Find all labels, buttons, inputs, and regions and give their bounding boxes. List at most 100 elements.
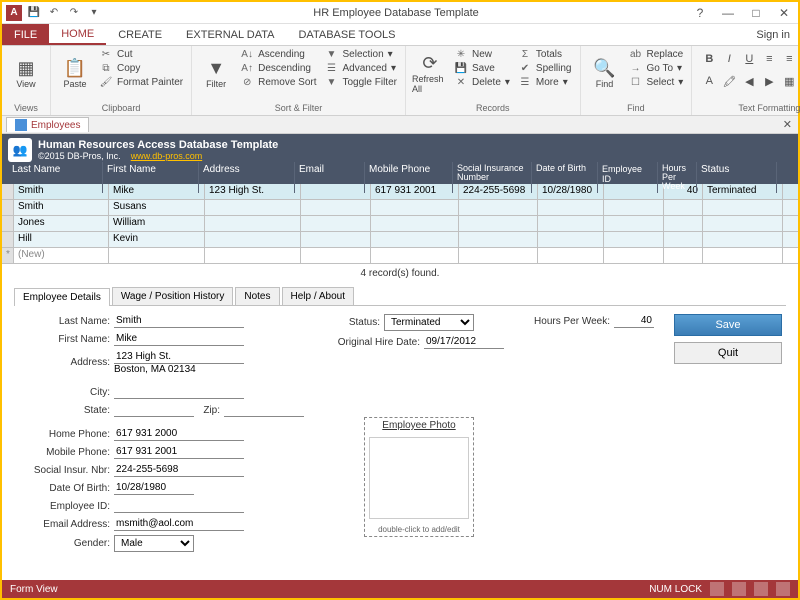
group-label-records: Records (412, 103, 574, 113)
city-input[interactable] (114, 385, 244, 399)
ssn-input[interactable] (114, 463, 244, 477)
highlight-button[interactable]: 🖍 (720, 72, 738, 90)
tab-notes[interactable]: Notes (235, 287, 279, 305)
underline-button[interactable]: U (740, 50, 758, 68)
refresh-all-button[interactable]: ⟳Refresh All (412, 48, 448, 98)
bold-button[interactable]: B (700, 50, 718, 68)
totals-button[interactable]: ΣTotals (516, 48, 574, 61)
employee-photo-box[interactable]: Employee Photo double-click to add/edit (364, 417, 474, 537)
descending-button[interactable]: A↑Descending (238, 62, 318, 75)
sign-in-link[interactable]: Sign in (756, 24, 798, 45)
maximize-icon[interactable]: □ (746, 6, 766, 20)
status-select[interactable]: Terminated (384, 314, 474, 331)
col-header-email[interactable]: Email (295, 162, 365, 193)
select-button[interactable]: ☐Select ▾ (627, 76, 686, 89)
col-header-status[interactable]: Status (697, 162, 777, 193)
advanced-button[interactable]: ☰Advanced ▾ (323, 62, 399, 75)
view-form-icon[interactable] (710, 582, 724, 596)
save-icon[interactable]: 💾 (26, 5, 42, 21)
detail-area: Employee Details Wage / Position History… (2, 283, 798, 564)
view-button[interactable]: ▦View (8, 48, 44, 98)
zip-input[interactable] (224, 403, 304, 417)
tab-create[interactable]: CREATE (106, 24, 174, 45)
new-record-button[interactable]: ✳New (452, 48, 512, 61)
save-record-button[interactable]: 💾Save (452, 62, 512, 75)
more-button[interactable]: ☰More ▾ (516, 76, 574, 89)
state-input[interactable] (114, 403, 194, 417)
col-header-firstname[interactable]: First Name (103, 162, 199, 193)
selection-button[interactable]: ▼Selection ▾ (323, 48, 399, 61)
font-color-button[interactable]: A (700, 72, 718, 90)
hpw-input[interactable] (614, 314, 654, 328)
format-painter-button[interactable]: 🖌Format Painter (97, 76, 185, 89)
indent-left-button[interactable]: ◀ (740, 72, 758, 90)
view-layout-icon[interactable] (754, 582, 768, 596)
dob-input[interactable] (114, 481, 194, 495)
document-tab-employees[interactable]: Employees (6, 117, 89, 132)
find-button[interactable]: 🔍Find (587, 48, 623, 98)
table-row[interactable]: HillKevin (2, 232, 798, 248)
db-link[interactable]: www.db-pros.com (131, 151, 203, 161)
spelling-icon: ✔ (518, 63, 532, 74)
hiredate-input[interactable] (424, 335, 504, 349)
cut-button[interactable]: ✂Cut (97, 48, 185, 61)
spelling-button[interactable]: ✔Spelling (516, 62, 574, 75)
row-selector[interactable] (2, 232, 14, 247)
gender-select[interactable]: Male (114, 535, 194, 552)
table-row[interactable]: SmithSusans (2, 200, 798, 216)
tab-home[interactable]: HOME (49, 24, 106, 45)
undo-icon[interactable]: ↶ (46, 5, 62, 21)
photo-area[interactable] (369, 437, 469, 519)
filter-button[interactable]: ▼Filter (198, 48, 234, 98)
paste-button[interactable]: 📋Paste (57, 48, 93, 98)
help-icon[interactable]: ? (690, 6, 710, 20)
toggle-filter-button[interactable]: ▼Toggle Filter (323, 76, 399, 89)
col-header-dob[interactable]: Date of Birth (532, 162, 598, 193)
view-design-icon[interactable] (776, 582, 790, 596)
tab-external-data[interactable]: EXTERNAL DATA (174, 24, 286, 45)
tab-help-about[interactable]: Help / About (282, 287, 354, 305)
col-header-ssn[interactable]: Social Insurance Number (453, 162, 532, 193)
view-datasheet-icon[interactable] (732, 582, 746, 596)
indent-right-button[interactable]: ▶ (760, 72, 778, 90)
tab-file[interactable]: FILE (2, 24, 49, 45)
align-left-button[interactable]: ≡ (760, 50, 778, 68)
new-row[interactable]: * (New) (2, 248, 798, 264)
tab-wage-history[interactable]: Wage / Position History (112, 287, 234, 305)
align-center-button[interactable]: ≡ (780, 50, 798, 68)
close-document-icon[interactable]: ✕ (777, 118, 798, 131)
col-header-empid[interactable]: Employee ID (598, 162, 658, 193)
tab-database-tools[interactable]: DATABASE TOOLS (286, 24, 407, 45)
close-icon[interactable]: ✕ (774, 6, 794, 20)
tab-employee-details[interactable]: Employee Details (14, 288, 110, 306)
delete-record-button[interactable]: ✕Delete ▾ (452, 76, 512, 89)
save-button[interactable]: Save (674, 314, 782, 336)
remove-sort-button[interactable]: ⊘Remove Sort (238, 76, 318, 89)
mobilephone-input[interactable] (114, 445, 244, 459)
col-header-address[interactable]: Address (199, 162, 295, 193)
replace-button[interactable]: abReplace (627, 48, 686, 61)
email-input[interactable] (114, 517, 244, 531)
row-selector[interactable]: * (2, 248, 14, 263)
col-header-mobile[interactable]: Mobile Phone (365, 162, 453, 193)
minimize-icon[interactable]: — (718, 6, 738, 20)
goto-button[interactable]: →Go To ▾ (627, 62, 686, 75)
redo-icon[interactable]: ↷ (66, 5, 82, 21)
empid-input[interactable] (114, 499, 244, 513)
homephone-input[interactable] (114, 427, 244, 441)
col-header-lastname[interactable]: Last Name (8, 162, 103, 193)
qat-dropdown-icon[interactable]: ▾ (86, 5, 102, 21)
italic-button[interactable]: I (720, 50, 738, 68)
firstname-input[interactable] (114, 332, 244, 346)
row-selector[interactable] (2, 216, 14, 231)
lastname-input[interactable] (114, 314, 244, 328)
address-input[interactable] (114, 350, 244, 364)
ascending-button[interactable]: A↓Ascending (238, 48, 318, 61)
table-row[interactable]: JonesWilliam (2, 216, 798, 232)
photo-label: Employee Photo (365, 418, 473, 433)
gridlines-button[interactable]: ▦ (780, 72, 798, 90)
row-selector[interactable] (2, 200, 14, 215)
quit-button[interactable]: Quit (674, 342, 782, 364)
copy-button[interactable]: ⧉Copy (97, 62, 185, 75)
col-header-hpw[interactable]: Hours Per Week (658, 162, 697, 193)
